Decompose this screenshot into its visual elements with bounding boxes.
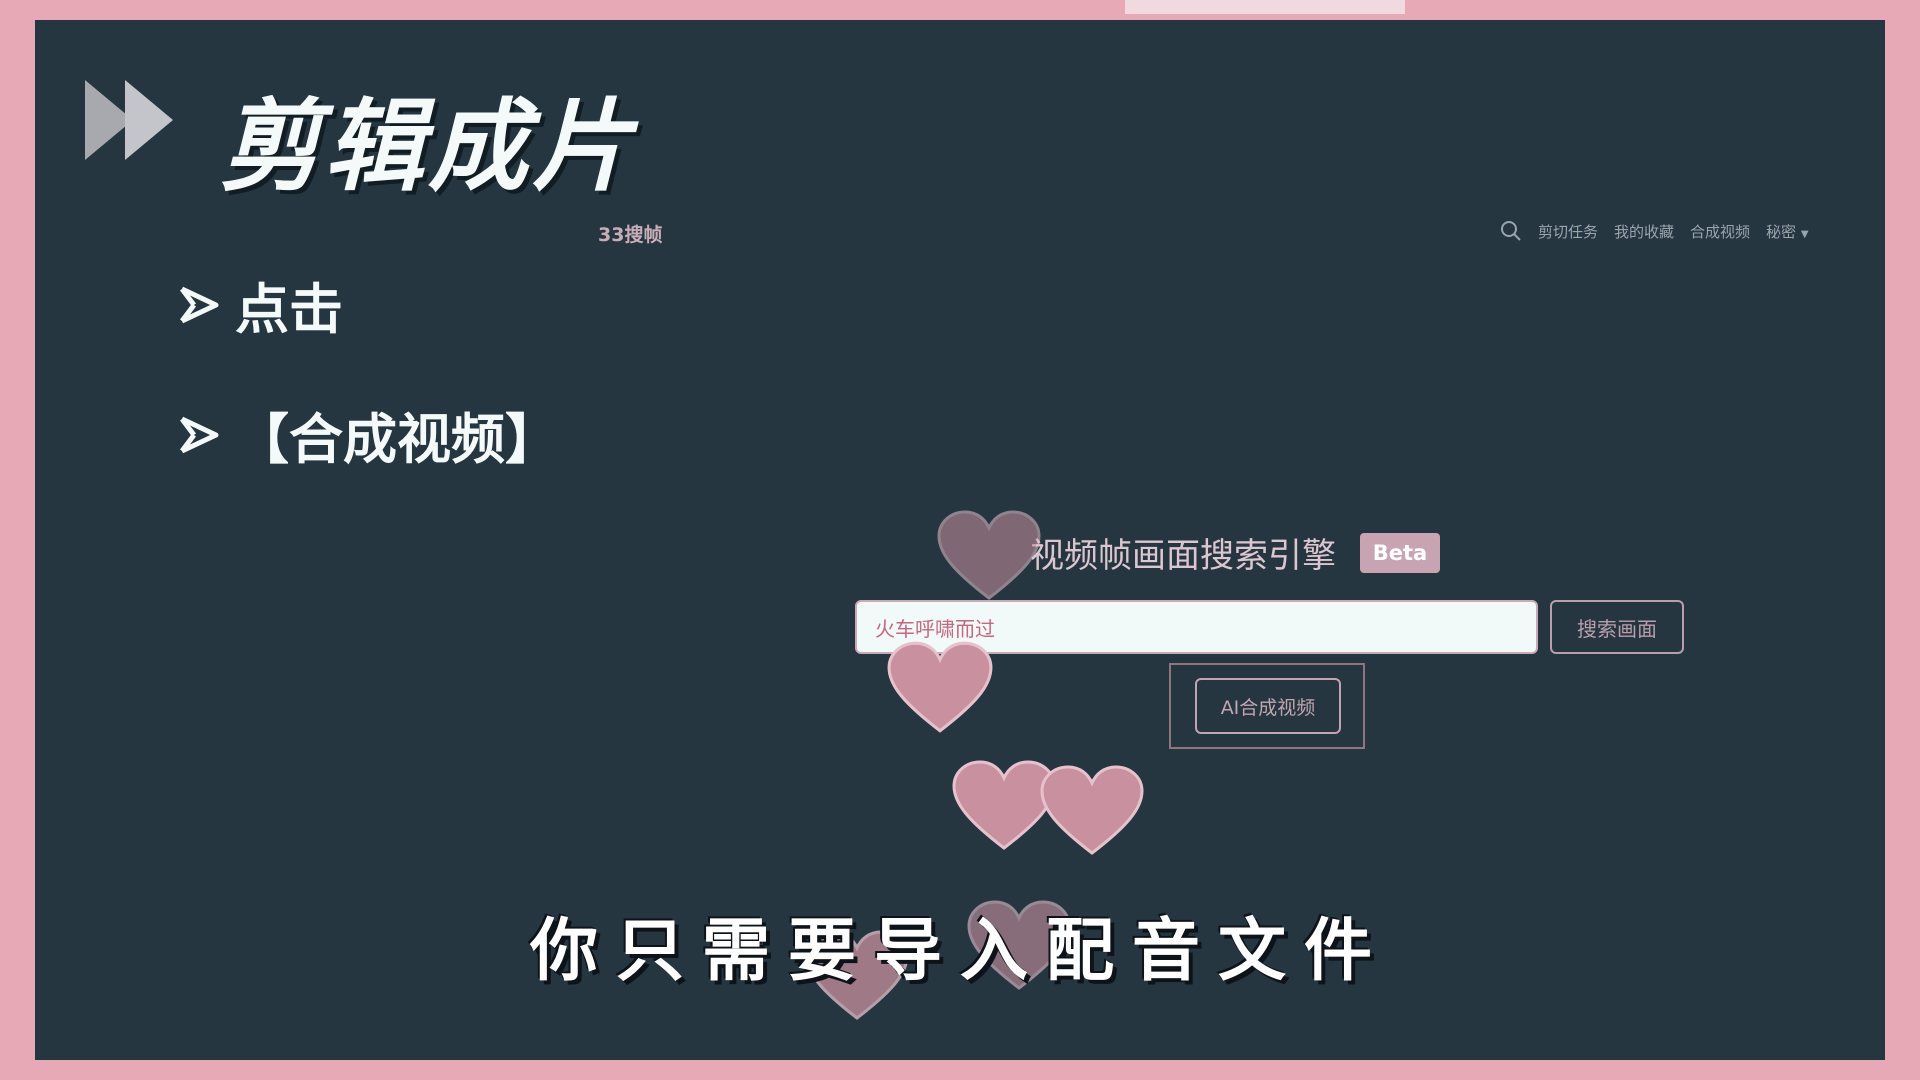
heart-icon <box>937 510 1041 600</box>
nav-item-user-menu[interactable]: 秘密 ▼ <box>1766 221 1809 242</box>
beta-badge: Beta <box>1360 533 1440 573</box>
slide-canvas: 剪辑成片 点击 【合成视频】 33搜帧 剪切任务 我的收藏 合成视频 秘密 ▼ … <box>35 20 1885 1060</box>
nav-item-compose-video[interactable]: 合成视频 <box>1690 221 1750 242</box>
search-button[interactable]: 搜索画面 <box>1550 600 1684 654</box>
top-navigation: 剪切任务 我的收藏 合成视频 秘密 ▼ <box>1500 220 1809 242</box>
ai-compose-video-button[interactable]: AI合成视频 <box>1195 678 1341 734</box>
heart-icon <box>887 641 993 733</box>
nav-item-cut-tasks[interactable]: 剪切任务 <box>1538 221 1598 242</box>
chevron-down-icon: ▼ <box>1800 228 1809 240</box>
arrow-bullet-icon <box>180 416 219 454</box>
user-menu-label: 秘密 <box>1766 222 1797 241</box>
step-2-text: 【合成视频】 <box>235 408 559 471</box>
fast-forward-icon <box>85 80 173 160</box>
top-frame-ribbon <box>1125 0 1405 14</box>
site-logo[interactable]: 33搜帧 <box>598 220 662 247</box>
heart-icon <box>1040 765 1144 855</box>
subtitle-caption: 你只需要导入配音文件 <box>529 912 1390 991</box>
search-icon[interactable] <box>1500 220 1522 242</box>
arrow-bullet-icon <box>180 286 219 324</box>
step-1-text: 点击 <box>235 278 343 341</box>
search-engine-title: 视频帧画面搜索引擎 <box>1030 536 1336 576</box>
slide-title: 剪辑成片 <box>220 88 636 205</box>
nav-item-favorites[interactable]: 我的收藏 <box>1614 221 1674 242</box>
